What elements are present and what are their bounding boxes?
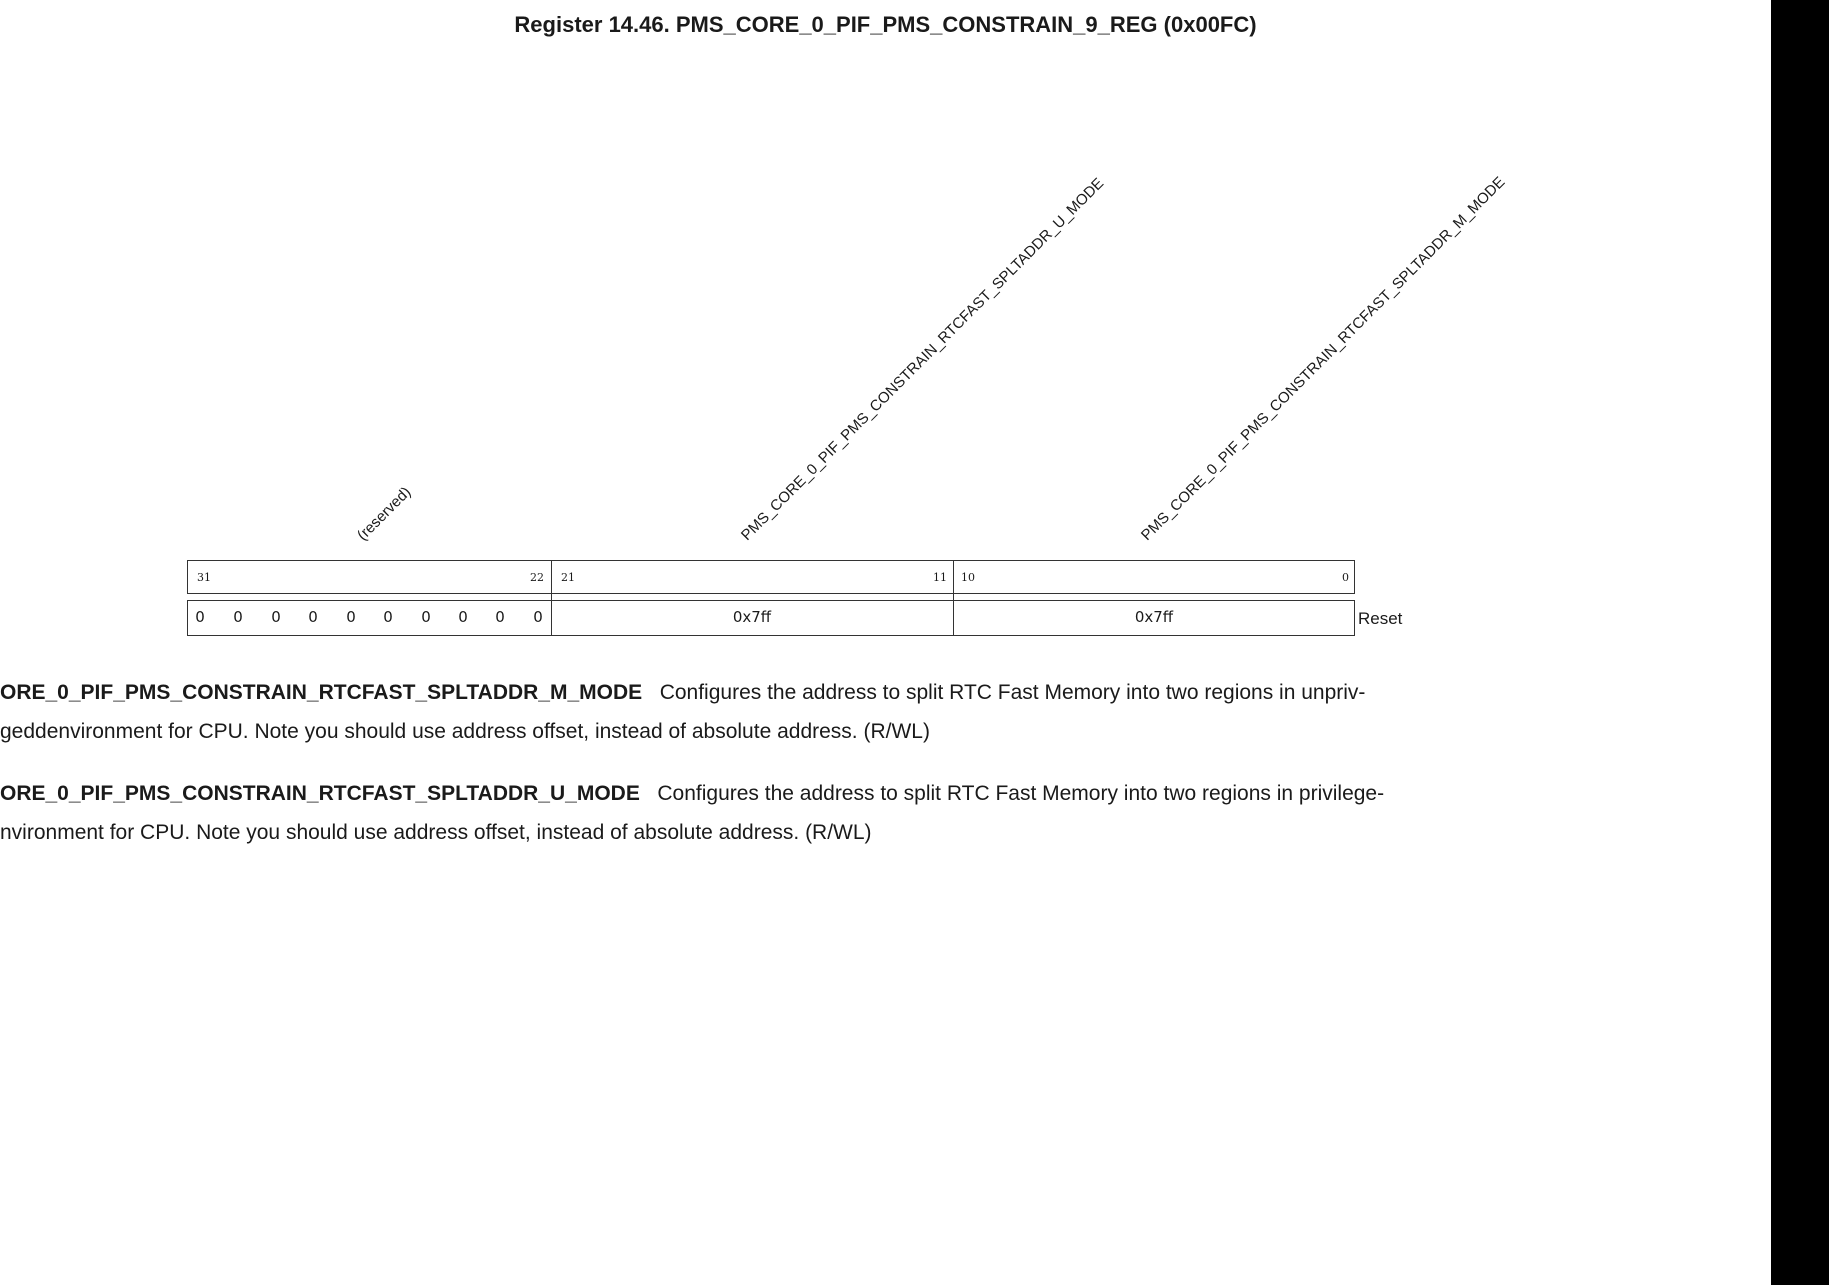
reset-bit: 0 [383,608,393,626]
reset-bit: 0 [195,608,205,626]
field-label-m-mode: PMS_CORE_0_PIF_PMS_CONSTRAIN_RTCFAST_SPL… [1137,173,1509,544]
reset-value-m-mode: 0x7ff [1134,608,1174,626]
description-line: ORE_0_PIF_PMS_CONSTRAIN_RTCFAST_SPLTADDR… [0,673,1682,712]
reset-bit: 0 [346,608,356,626]
bit-11: 11 [933,571,947,584]
reset-bit: 0 [495,608,505,626]
reset-bit: 0 [271,608,281,626]
description-line: ORE_0_PIF_PMS_CONSTRAIN_RTCFAST_SPLTADDR… [0,774,1682,813]
reset-bit: 0 [533,608,543,626]
description-field-name: ORE_0_PIF_PMS_CONSTRAIN_RTCFAST_SPLTADDR… [0,681,643,704]
field-description-m-mode: ORE_0_PIF_PMS_CONSTRAIN_RTCFAST_SPLTADDR… [0,673,1682,751]
description-field-name: ORE_0_PIF_PMS_CONSTRAIN_RTCFAST_SPLTADDR… [0,782,640,805]
bit-22: 22 [530,571,544,584]
reset-bit: 0 [458,608,468,626]
reset-bit: 0 [233,608,243,626]
description-text: Configures the address to split RTC Fast… [657,782,1385,805]
bit-31: 31 [197,571,211,584]
description-line: nvironment for CPU. Note you should use … [0,821,872,844]
bit-number-row [187,560,1355,594]
bit-0: 0 [1342,571,1349,584]
field-label-reserved: (reserved) [353,483,415,544]
reset-bit: 0 [308,608,318,626]
description-text: Configures the address to split RTC Fast… [659,681,1366,704]
field-label-u-mode: PMS_CORE_0_PIF_PMS_CONSTRAIN_RTCFAST_SPL… [737,174,1108,544]
register-title: Register 14.46. PMS_CORE_0_PIF_PMS_CONST… [514,12,1257,37]
page-edge-bar [1771,0,1829,1285]
field-description-u-mode: ORE_0_PIF_PMS_CONSTRAIN_RTCFAST_SPLTADDR… [0,774,1682,852]
reset-label: Reset [1358,609,1403,628]
bit-21: 21 [561,571,575,584]
reset-bit: 0 [421,608,431,626]
reset-value-u-mode: 0x7ff [732,608,772,626]
description-line: geddenvironment for CPU. Note you should… [0,720,930,743]
bit-10: 10 [961,571,975,584]
